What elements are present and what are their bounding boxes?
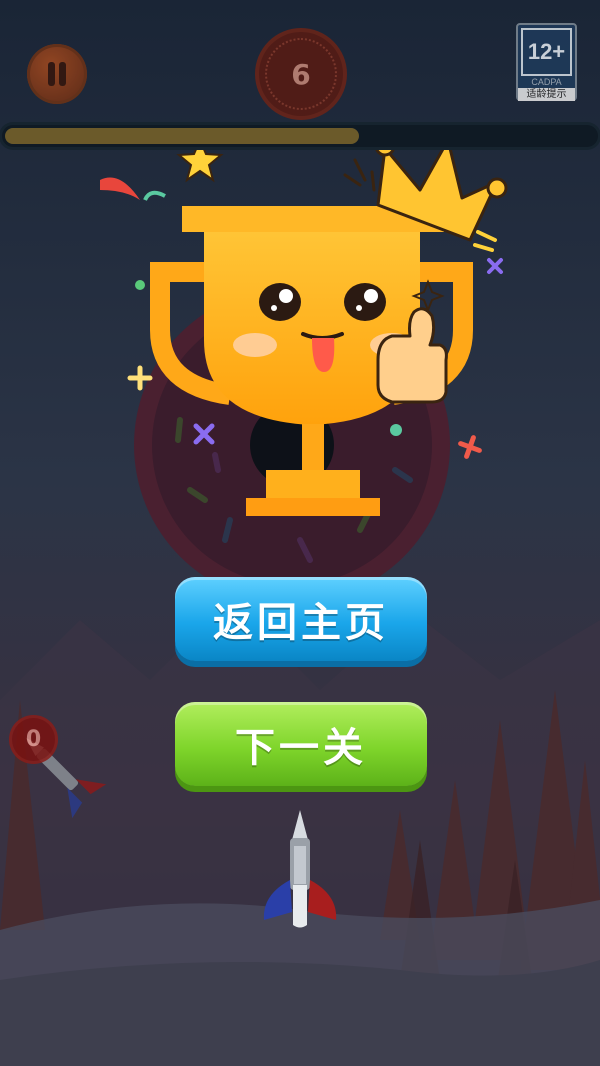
age-rating-tip: 适龄提示 xyxy=(518,88,575,101)
pause-button[interactable] xyxy=(27,44,87,104)
level-progress-fill xyxy=(5,128,359,144)
pause-icon xyxy=(48,62,55,86)
age-rating-badge[interactable]: 12+ CADPA 适龄提示 xyxy=(516,23,577,101)
return-home-button[interactable]: 返回主页 xyxy=(175,577,427,661)
game-background xyxy=(0,0,600,1066)
level-indicator: 6 xyxy=(259,32,343,116)
age-rating-org: CADPA xyxy=(531,77,562,87)
darts-remaining-counter: 0 xyxy=(12,718,55,761)
age-rating-value: 12+ xyxy=(521,28,572,76)
next-level-button[interactable]: 下一关 xyxy=(175,702,427,786)
level-number: 6 xyxy=(291,57,311,91)
level-progress-bar xyxy=(2,125,598,147)
